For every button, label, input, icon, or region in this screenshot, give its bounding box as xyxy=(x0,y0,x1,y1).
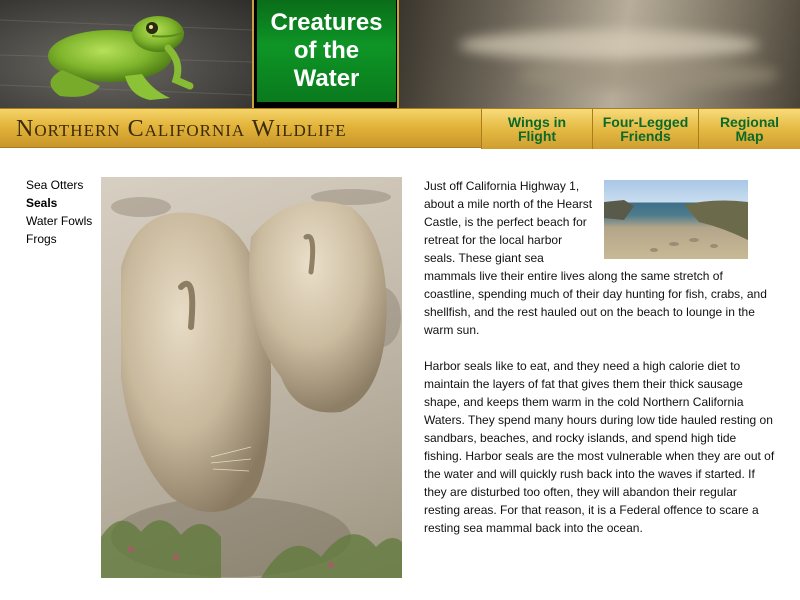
beach-illustration xyxy=(604,200,748,252)
sidebar-item-water-fowls[interactable]: Water Fowls xyxy=(26,212,100,230)
sidebar-item-sea-otters[interactable]: Sea Otters xyxy=(26,176,100,194)
beach-photo xyxy=(604,180,748,259)
banner-text: Northern California Wildlife xyxy=(16,115,347,142)
seals-illustration xyxy=(101,189,402,578)
nav-label: Wings in Flight xyxy=(507,114,567,144)
sidebar-item-seals[interactable]: Seals xyxy=(26,194,100,212)
sidebar: Sea Otters Seals Water Fowls Frogs xyxy=(26,176,100,248)
nav-wings-in-flight[interactable]: Wings in Flight xyxy=(481,109,592,149)
nav-label: Four-Legged Friends xyxy=(602,114,689,144)
site-banner: Northern California Wildlife xyxy=(0,109,480,149)
title-box: Creatures of the Water xyxy=(252,0,399,108)
nav-four-legged-friends[interactable]: Four-Legged Friends xyxy=(592,109,698,149)
article-paragraph: Harbor seals like to eat, and they need … xyxy=(424,359,775,535)
sidebar-item-frogs[interactable]: Frogs xyxy=(26,230,100,248)
header: Creatures of the Water xyxy=(0,0,800,108)
article: Just off California Highway 1, about a m… xyxy=(424,177,776,555)
nav-bar: Northern California Wildlife Wings in Fl… xyxy=(0,108,800,149)
nav-label: Regional Map xyxy=(719,114,780,144)
seals-photo xyxy=(101,177,402,578)
nav-regional-map[interactable]: Regional Map xyxy=(698,109,800,149)
frog-photo xyxy=(0,0,252,108)
frog-illustration xyxy=(0,16,252,100)
header-seal-photo xyxy=(399,0,800,108)
page-title: Creatures of the Water xyxy=(270,9,383,92)
